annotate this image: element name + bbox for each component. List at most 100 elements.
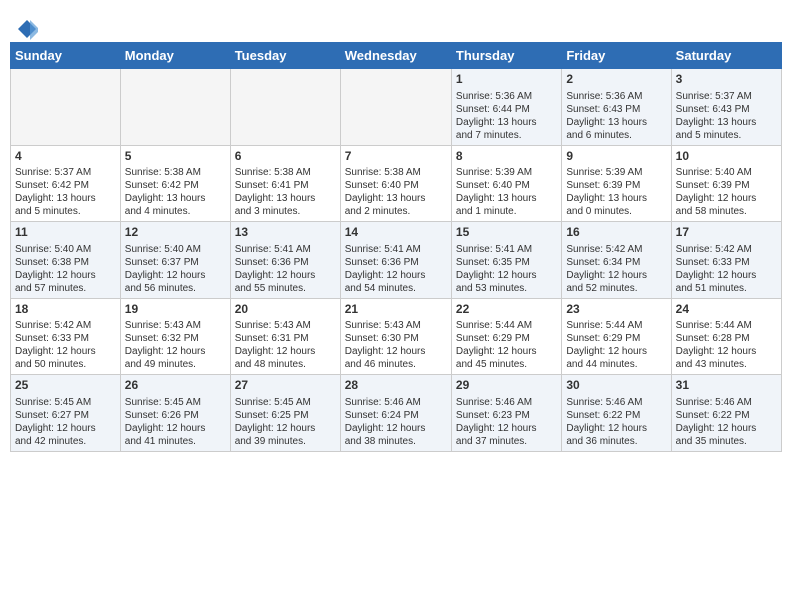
day-number: 22 — [456, 302, 557, 318]
weekday-header-thursday: Thursday — [451, 43, 561, 69]
cell-content-line: Daylight: 12 hours — [345, 269, 447, 282]
cell-content-line: Daylight: 12 hours — [345, 422, 447, 435]
day-number: 30 — [566, 378, 666, 394]
day-number: 11 — [15, 225, 116, 241]
cell-content-line: and 56 minutes. — [125, 282, 226, 295]
cell-content-line: Sunrise: 5:40 AM — [15, 243, 116, 256]
cell-content-line: Sunrise: 5:43 AM — [345, 319, 447, 332]
day-number: 2 — [566, 72, 666, 88]
cell-content-line: Sunrise: 5:46 AM — [676, 396, 777, 409]
day-number: 19 — [125, 302, 226, 318]
day-number: 20 — [235, 302, 336, 318]
cell-content-line: and 44 minutes. — [566, 358, 666, 371]
cell-content-line: Sunrise: 5:36 AM — [566, 90, 666, 103]
weekday-header-wednesday: Wednesday — [340, 43, 451, 69]
cell-content-line: and 0 minutes. — [566, 205, 666, 218]
calendar-cell: 18Sunrise: 5:42 AMSunset: 6:33 PMDayligh… — [11, 298, 121, 375]
cell-content-line: Sunset: 6:42 PM — [125, 179, 226, 192]
calendar-cell: 1Sunrise: 5:36 AMSunset: 6:44 PMDaylight… — [451, 69, 561, 146]
cell-content-line: and 2 minutes. — [345, 205, 447, 218]
cell-content-line: Daylight: 13 hours — [566, 116, 666, 129]
cell-content-line: Sunrise: 5:37 AM — [15, 166, 116, 179]
weekday-header-saturday: Saturday — [671, 43, 781, 69]
cell-content-line: Sunrise: 5:45 AM — [235, 396, 336, 409]
cell-content-line: and 54 minutes. — [345, 282, 447, 295]
cell-content-line: and 42 minutes. — [15, 435, 116, 448]
cell-content-line: and 7 minutes. — [456, 129, 557, 142]
cell-content-line: Sunrise: 5:44 AM — [456, 319, 557, 332]
cell-content-line: and 57 minutes. — [15, 282, 116, 295]
cell-content-line: and 6 minutes. — [566, 129, 666, 142]
calendar-cell: 8Sunrise: 5:39 AMSunset: 6:40 PMDaylight… — [451, 145, 561, 222]
cell-content-line: Daylight: 12 hours — [15, 269, 116, 282]
cell-content-line: Sunrise: 5:41 AM — [235, 243, 336, 256]
cell-content-line: Sunset: 6:40 PM — [345, 179, 447, 192]
day-number: 7 — [345, 149, 447, 165]
cell-content-line: Sunset: 6:22 PM — [676, 409, 777, 422]
calendar-cell — [120, 69, 230, 146]
cell-content-line: Daylight: 13 hours — [566, 192, 666, 205]
calendar-cell: 24Sunrise: 5:44 AMSunset: 6:28 PMDayligh… — [671, 298, 781, 375]
cell-content-line: Daylight: 12 hours — [235, 269, 336, 282]
cell-content-line: Sunrise: 5:45 AM — [125, 396, 226, 409]
cell-content-line: Sunset: 6:37 PM — [125, 256, 226, 269]
cell-content-line: Daylight: 12 hours — [235, 345, 336, 358]
cell-content-line: Daylight: 13 hours — [125, 192, 226, 205]
calendar-cell: 19Sunrise: 5:43 AMSunset: 6:32 PMDayligh… — [120, 298, 230, 375]
day-number: 10 — [676, 149, 777, 165]
day-number: 21 — [345, 302, 447, 318]
cell-content-line: and 58 minutes. — [676, 205, 777, 218]
cell-content-line: Sunrise: 5:38 AM — [125, 166, 226, 179]
day-number: 15 — [456, 225, 557, 241]
cell-content-line: Daylight: 13 hours — [345, 192, 447, 205]
calendar-cell: 7Sunrise: 5:38 AMSunset: 6:40 PMDaylight… — [340, 145, 451, 222]
day-number: 31 — [676, 378, 777, 394]
cell-content-line: Daylight: 13 hours — [15, 192, 116, 205]
weekday-header-monday: Monday — [120, 43, 230, 69]
day-number: 16 — [566, 225, 666, 241]
cell-content-line: Sunrise: 5:40 AM — [125, 243, 226, 256]
cell-content-line: Sunrise: 5:43 AM — [235, 319, 336, 332]
cell-content-line: Sunrise: 5:40 AM — [676, 166, 777, 179]
day-number: 3 — [676, 72, 777, 88]
cell-content-line: Sunrise: 5:38 AM — [345, 166, 447, 179]
cell-content-line: Sunset: 6:38 PM — [15, 256, 116, 269]
cell-content-line: and 55 minutes. — [235, 282, 336, 295]
calendar-cell: 15Sunrise: 5:41 AMSunset: 6:35 PMDayligh… — [451, 222, 561, 299]
cell-content-line: Sunset: 6:29 PM — [456, 332, 557, 345]
cell-content-line: Sunset: 6:32 PM — [125, 332, 226, 345]
calendar-cell: 16Sunrise: 5:42 AMSunset: 6:34 PMDayligh… — [562, 222, 671, 299]
day-number: 4 — [15, 149, 116, 165]
day-number: 14 — [345, 225, 447, 241]
weekday-header-sunday: Sunday — [11, 43, 121, 69]
cell-content-line: and 50 minutes. — [15, 358, 116, 371]
calendar-cell: 13Sunrise: 5:41 AMSunset: 6:36 PMDayligh… — [230, 222, 340, 299]
calendar-cell — [340, 69, 451, 146]
day-number: 5 — [125, 149, 226, 165]
calendar-cell: 30Sunrise: 5:46 AMSunset: 6:22 PMDayligh… — [562, 375, 671, 452]
calendar-week-2: 4Sunrise: 5:37 AMSunset: 6:42 PMDaylight… — [11, 145, 782, 222]
cell-content-line: Sunset: 6:23 PM — [456, 409, 557, 422]
day-number: 23 — [566, 302, 666, 318]
cell-content-line: Sunrise: 5:42 AM — [15, 319, 116, 332]
day-number: 24 — [676, 302, 777, 318]
cell-content-line: Daylight: 12 hours — [456, 345, 557, 358]
cell-content-line: and 48 minutes. — [235, 358, 336, 371]
cell-content-line: and 35 minutes. — [676, 435, 777, 448]
cell-content-line: Sunset: 6:40 PM — [456, 179, 557, 192]
cell-content-line: and 1 minute. — [456, 205, 557, 218]
logo — [14, 18, 38, 36]
day-number: 26 — [125, 378, 226, 394]
calendar-table: SundayMondayTuesdayWednesdayThursdayFrid… — [10, 42, 782, 452]
cell-content-line: Sunrise: 5:45 AM — [15, 396, 116, 409]
cell-content-line: and 41 minutes. — [125, 435, 226, 448]
cell-content-line: Sunrise: 5:46 AM — [345, 396, 447, 409]
day-number: 25 — [15, 378, 116, 394]
cell-content-line: Daylight: 12 hours — [676, 422, 777, 435]
cell-content-line: and 53 minutes. — [456, 282, 557, 295]
day-number: 12 — [125, 225, 226, 241]
calendar-cell: 9Sunrise: 5:39 AMSunset: 6:39 PMDaylight… — [562, 145, 671, 222]
cell-content-line: Sunrise: 5:46 AM — [566, 396, 666, 409]
calendar-cell: 26Sunrise: 5:45 AMSunset: 6:26 PMDayligh… — [120, 375, 230, 452]
cell-content-line: and 52 minutes. — [566, 282, 666, 295]
